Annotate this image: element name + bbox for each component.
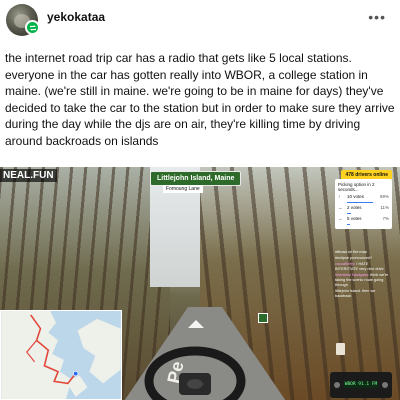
steering-wheel-icon [144, 346, 246, 400]
poll-option-percent: 7% [382, 216, 389, 221]
post-text: the internet road trip car has a radio t… [5, 51, 395, 148]
chat-feed: offroad on the map #eclipse pronounced? … [335, 250, 392, 300]
brand-logo: NEAL.FUN [0, 169, 57, 182]
chat-message: littlejohn island. then we backtrack [335, 289, 376, 298]
poll-option[interactable]: → 5 votes 7% [338, 216, 389, 226]
poll-option-percent: 69% [379, 194, 389, 199]
poll-title: Picking option in 2 seconds... [338, 182, 375, 192]
more-horizontal-icon[interactable]: ••• [368, 9, 386, 25]
chat-message: cocoaBerry: I HATE INTERSTATE very nice … [335, 262, 384, 271]
poll-option[interactable]: → 2 votes 11% [338, 205, 389, 215]
poll-option-label: 2 votes [347, 205, 362, 210]
reblog-badge [25, 20, 40, 35]
poll-option-bar [347, 223, 350, 225]
poll-option-percent: 11% [380, 205, 389, 210]
right-arrow-icon: → [338, 216, 343, 221]
car-radio[interactable]: WBOR 91.1 FM [330, 372, 392, 398]
reblog-icon [29, 24, 36, 31]
coffee-cup-icon [336, 343, 345, 355]
minimap-graphic [1, 311, 121, 399]
poll-option[interactable]: ↑ 10 votes 69% [338, 194, 389, 204]
chat-message: offroad on the map [335, 250, 367, 254]
vote-poll: Picking option in 2 seconds... ↑ 10 vote… [335, 179, 392, 229]
poll-option-label: 10 votes [347, 194, 365, 199]
location-subtitle: Fomoung Lane [163, 185, 203, 193]
up-arrow-icon: ↑ [338, 194, 341, 199]
chat-message: #eclipse pronounced? [335, 256, 373, 260]
minimap[interactable] [0, 310, 122, 400]
volume-knob[interactable] [334, 382, 340, 388]
location-sign: Littlejohn Island, Maine [150, 171, 242, 186]
username[interactable]: yekokataa [47, 10, 105, 24]
road-sign-icon [258, 313, 268, 323]
right-arrow-icon: → [338, 205, 343, 210]
poll-option-label: 5 votes [347, 216, 362, 221]
radio-display: WBOR 91.1 FM [344, 381, 378, 388]
chat-message: Interstate Navigator: think we're taking… [335, 273, 389, 287]
forward-arrow-icon[interactable] [188, 320, 204, 328]
poll-option-bar [347, 212, 352, 214]
post-header: yekokataa ••• [0, 0, 400, 44]
tuning-knob[interactable] [382, 382, 388, 388]
embedded-game-screenshot: Pe NEAL.FUN Littlejohn Island, Maine Fom… [0, 167, 400, 400]
poll-option-bar [347, 201, 374, 203]
